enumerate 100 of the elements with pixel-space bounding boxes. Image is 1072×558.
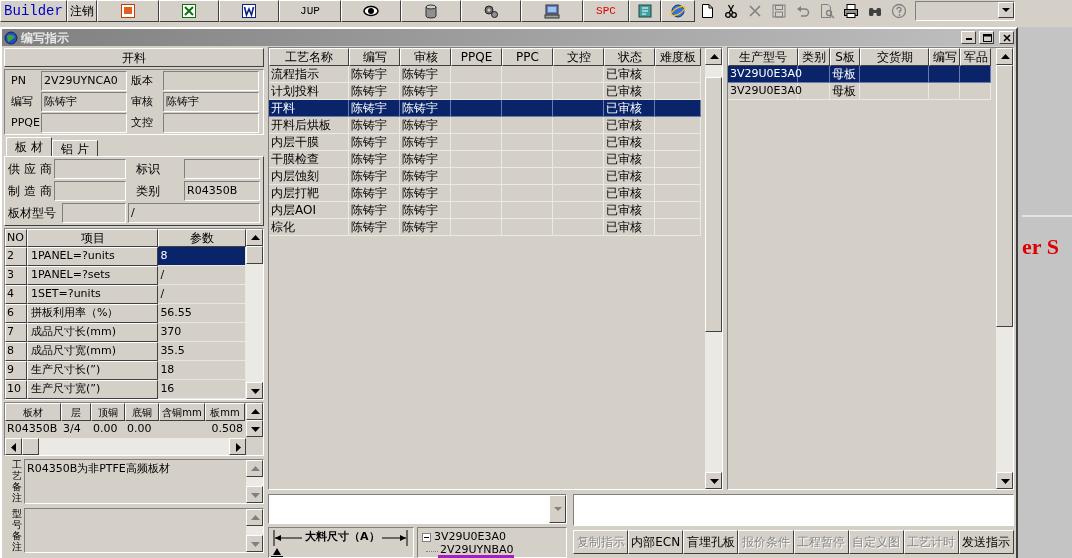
table-cell[interactable]: 8 (158, 247, 246, 266)
collapse-icon[interactable] (422, 532, 431, 542)
minimize-button[interactable] (961, 31, 976, 44)
column-header[interactable]: 类别 (798, 48, 830, 66)
action-button[interactable]: 盲埋孔板 (683, 530, 739, 554)
scroll-up-button[interactable] (246, 509, 263, 526)
column-header[interactable]: 层 (61, 403, 91, 421)
scroll-down-button[interactable] (246, 382, 263, 399)
scroll-down-button[interactable] (246, 420, 263, 437)
column-header[interactable]: 编写 (929, 48, 960, 66)
table-row[interactable]: 开料后烘板 陈铸宇 陈铸宇 已审核 (269, 117, 701, 134)
text-field[interactable] (163, 113, 259, 133)
text-field[interactable] (62, 203, 126, 223)
table-row[interactable]: 棕化 陈铸宇 陈铸宇 已审核 (269, 219, 701, 236)
scroll-down-button[interactable] (996, 472, 1013, 489)
toolbar-button[interactable]: Builder (0, 0, 67, 22)
scroll-up-button[interactable] (705, 48, 722, 65)
toolbar-button[interactable] (629, 0, 661, 22)
memo-field[interactable] (24, 508, 264, 553)
scroll-track[interactable] (246, 477, 263, 486)
tree-item[interactable]: 3V29U0E3A0 (434, 528, 507, 546)
toolbar-button[interactable] (97, 0, 159, 22)
text-field[interactable]: 陈铸宇 (41, 92, 127, 112)
text-field[interactable] (163, 71, 259, 91)
text-field[interactable] (573, 494, 1014, 526)
table-row[interactable]: 流程指示 陈铸宇 陈铸宇 已审核 (269, 66, 701, 83)
table-row[interactable]: 内层蚀刻 陈铸宇 陈铸宇 已审核 (269, 168, 701, 185)
column-header[interactable]: 顶铜 (91, 403, 125, 421)
toolbar-button[interactable]: JUP (279, 0, 341, 22)
text-field[interactable] (41, 113, 127, 133)
scroll-up-button[interactable] (996, 48, 1013, 65)
scroll-thumb[interactable] (246, 246, 263, 264)
help-icon[interactable] (891, 3, 907, 19)
table-row[interactable]: 内层AOI 陈铸宇 陈铸宇 已审核 (269, 202, 701, 219)
table-row[interactable]: 3V29U0E3A0 母板 (728, 83, 991, 100)
printer-icon[interactable] (843, 3, 859, 19)
text-field[interactable]: 陈铸宇 (163, 92, 259, 112)
toolbar-button[interactable] (341, 0, 401, 22)
table-row[interactable]: 3V29U0E3A0 母板 (728, 66, 991, 83)
tab[interactable]: 板 材 (6, 137, 52, 156)
column-header[interactable]: S板 (830, 48, 860, 66)
column-header[interactable]: 难度板 (655, 48, 701, 66)
tab[interactable]: 铝 片 (51, 140, 98, 156)
new-page-icon[interactable] (699, 3, 715, 19)
column-header[interactable]: 审核 (400, 48, 451, 66)
column-header[interactable]: NO (5, 229, 27, 247)
toolbar-button[interactable] (159, 0, 219, 22)
column-header[interactable]: 生产型号 (728, 48, 798, 66)
column-header[interactable]: 交货期 (860, 48, 929, 66)
table-row[interactable]: 干膜检查 陈铸宇 陈铸宇 已审核 (269, 151, 701, 168)
column-header[interactable]: 状态 (604, 48, 655, 66)
column-header[interactable]: 编写 (349, 48, 400, 66)
text-field[interactable]: / (128, 203, 260, 223)
scroll-thumb[interactable] (22, 438, 39, 455)
scroll-down-button[interactable] (705, 472, 722, 489)
action-button[interactable]: 发送指示 (958, 530, 1014, 554)
text-field[interactable] (184, 159, 260, 179)
combo-box[interactable] (915, 1, 1015, 21)
table-row[interactable]: 内层干膜 陈铸宇 陈铸宇 已审核 (269, 134, 701, 151)
scroll-thumb[interactable] (705, 77, 722, 332)
column-header[interactable]: 军品 (960, 48, 991, 66)
toolbar-button[interactable] (661, 0, 695, 22)
column-header[interactable]: 板材 (5, 403, 61, 421)
column-header[interactable]: 底铜 (125, 403, 159, 421)
delete-icon[interactable] (747, 3, 763, 19)
maximize-button[interactable] (979, 31, 994, 44)
column-header[interactable]: PPQE (451, 48, 502, 66)
scroll-right-button[interactable] (229, 438, 246, 455)
scroll-thumb[interactable] (996, 65, 1013, 327)
scroll-down-button[interactable] (246, 535, 263, 552)
scroll-down-button[interactable] (246, 486, 263, 503)
action-button[interactable]: 内部ECN (628, 530, 684, 554)
toolbar-button[interactable] (219, 0, 279, 22)
cut-icon[interactable] (723, 3, 739, 19)
tree-item[interactable]: 2V29UYNBA0 (438, 544, 514, 558)
scroll-up-button[interactable] (246, 460, 263, 477)
memo-field[interactable]: R04350B为非PTFE高频板材 (24, 459, 264, 504)
scroll-left-button[interactable] (5, 438, 22, 455)
text-field[interactable]: 2V29UYNCA0 (41, 71, 127, 91)
text-field[interactable] (54, 159, 126, 179)
column-header[interactable]: 文控 (553, 48, 604, 66)
toolbar-button[interactable] (401, 0, 461, 22)
column-header[interactable]: 项目 (26, 229, 159, 247)
toolbar-button[interactable] (461, 0, 521, 22)
table-row[interactable]: 开料 陈铸宇 陈铸宇 已审核 (269, 100, 701, 117)
table-row[interactable]: 内层打靶 陈铸宇 陈铸宇 已审核 (269, 185, 701, 202)
scroll-track[interactable] (246, 526, 263, 535)
column-header[interactable]: PPC (502, 48, 553, 66)
text-field[interactable]: R04350B (184, 181, 260, 201)
column-header[interactable]: 工艺名称 (269, 48, 349, 66)
column-header[interactable]: 参数 (158, 229, 246, 247)
close-button[interactable] (999, 31, 1014, 44)
print-preview-icon[interactable] (819, 3, 835, 19)
text-field[interactable] (54, 181, 126, 201)
undo-icon[interactable] (795, 3, 811, 19)
column-header[interactable]: 含铜mm (159, 403, 205, 421)
toolbar-button[interactable] (521, 0, 583, 22)
toolbar-button[interactable]: 注销 (67, 0, 97, 22)
scroll-up-button[interactable] (246, 229, 263, 246)
column-header[interactable]: 板mm (205, 403, 245, 421)
